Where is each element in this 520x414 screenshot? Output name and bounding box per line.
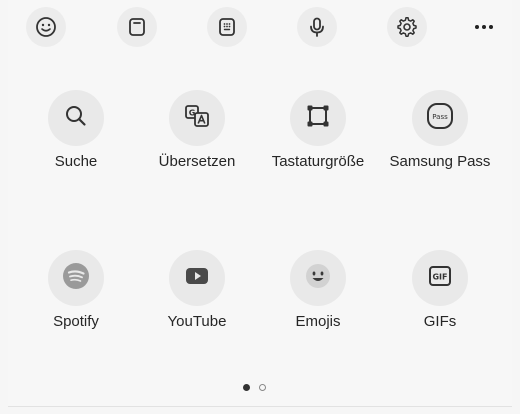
youtube-icon xyxy=(182,261,212,296)
settings-button[interactable] xyxy=(387,7,427,47)
page-dot-inactive[interactable] xyxy=(259,384,266,391)
tile-translate-circle: G xyxy=(169,90,225,146)
tile-search[interactable]: Suche xyxy=(21,90,131,210)
svg-text:GIF: GIF xyxy=(432,272,447,281)
search-icon xyxy=(63,103,89,134)
tile-gifs-circle: GIF xyxy=(412,250,468,306)
clipboard-icon xyxy=(126,16,148,38)
voice-input-button[interactable] xyxy=(297,7,337,47)
tile-search-circle xyxy=(48,90,104,146)
tile-translate[interactable]: G Übersetzen xyxy=(142,90,252,210)
tile-youtube[interactable]: YouTube xyxy=(142,250,252,370)
samsung-pass-icon: Pass xyxy=(425,101,455,136)
tile-youtube-circle xyxy=(169,250,225,306)
more-icon xyxy=(473,16,495,38)
tile-label: Übersetzen xyxy=(158,153,236,170)
tile-samsung-pass-circle: Pass xyxy=(412,90,468,146)
tile-emojis[interactable]: Emojis xyxy=(263,250,373,370)
spotify-icon xyxy=(61,261,91,296)
clipboard-toolbar-button[interactable] xyxy=(117,7,157,47)
keyboard-toolbar xyxy=(0,0,520,56)
tile-spotify[interactable]: Spotify xyxy=(21,250,131,370)
keypad-icon xyxy=(216,16,238,38)
tile-label: Spotify xyxy=(53,313,99,330)
gear-icon xyxy=(396,16,418,38)
tile-keyboard-size[interactable]: Tastaturgröße xyxy=(263,90,373,210)
gif-icon: GIF xyxy=(426,262,454,295)
page-indicator xyxy=(243,384,266,391)
tile-label: Suche xyxy=(54,153,98,170)
microphone-icon xyxy=(306,16,328,38)
page-dot-active[interactable] xyxy=(243,384,250,391)
keypad-toolbar-button[interactable] xyxy=(207,7,247,47)
smiley-icon xyxy=(35,16,57,38)
translate-icon: G xyxy=(183,102,211,135)
tile-label: Samsung Pass xyxy=(389,153,491,170)
keyboard-size-icon xyxy=(305,103,331,134)
emoji-toolbar-button[interactable] xyxy=(26,7,66,47)
tile-samsung-pass[interactable]: Pass Samsung Pass xyxy=(385,90,495,210)
more-options-button[interactable] xyxy=(464,7,504,47)
tile-spotify-circle xyxy=(48,250,104,306)
tile-emojis-circle xyxy=(290,250,346,306)
tile-label: Emojis xyxy=(295,313,341,330)
tile-label: GIFs xyxy=(423,313,457,330)
emoji-icon xyxy=(303,261,333,296)
tile-label: Tastaturgröße xyxy=(271,153,365,170)
tile-keyboard-size-circle xyxy=(290,90,346,146)
tile-label: YouTube xyxy=(167,313,227,330)
tile-gifs[interactable]: GIF GIFs xyxy=(385,250,495,370)
svg-text:Pass: Pass xyxy=(432,113,448,121)
